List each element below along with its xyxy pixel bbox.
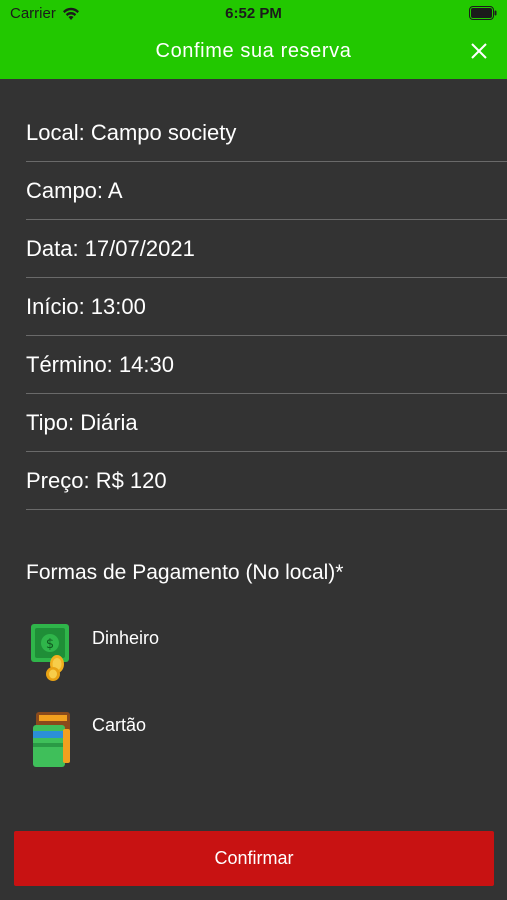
page-title: Confime sua reserva — [155, 40, 352, 62]
detail-row-termino: Término: 14:30 — [26, 336, 507, 394]
app-header: Carrier 6:52 PM Confime sua reserva — [0, 0, 507, 79]
close-icon[interactable] — [469, 41, 489, 61]
detail-row-data: Data: 17/07/2021 — [26, 220, 507, 278]
status-time: 6:52 PM — [225, 5, 282, 22]
detail-row-preco: Preço: R$ 120 — [26, 452, 507, 510]
detail-row-local: Local: Campo society — [26, 104, 507, 162]
battery-icon — [469, 6, 497, 20]
status-bar: Carrier 6:52 PM — [0, 0, 507, 28]
cash-icon: $ — [31, 624, 69, 681]
reservation-details: Local: Campo society Campo: A Data: 17/0… — [26, 104, 507, 510]
detail-row-tipo: Tipo: Diária — [26, 394, 507, 452]
confirm-button[interactable]: Confirmar — [14, 831, 494, 886]
payment-method-label: Dinheiro — [92, 628, 160, 648]
detail-row-campo: Campo: A — [26, 162, 507, 220]
payment-method-cash: $ Dinheiro — [30, 622, 159, 682]
detail-row-inicio: Início: 13:00 — [26, 278, 507, 336]
payment-method-card: Cartão — [30, 709, 146, 769]
wallet-card-icon — [33, 712, 70, 767]
svg-text:$: $ — [46, 637, 54, 652]
payment-method-label: Cartão — [92, 715, 147, 735]
payment-methods-title: Formas de Pagamento (No local)* — [26, 561, 344, 584]
